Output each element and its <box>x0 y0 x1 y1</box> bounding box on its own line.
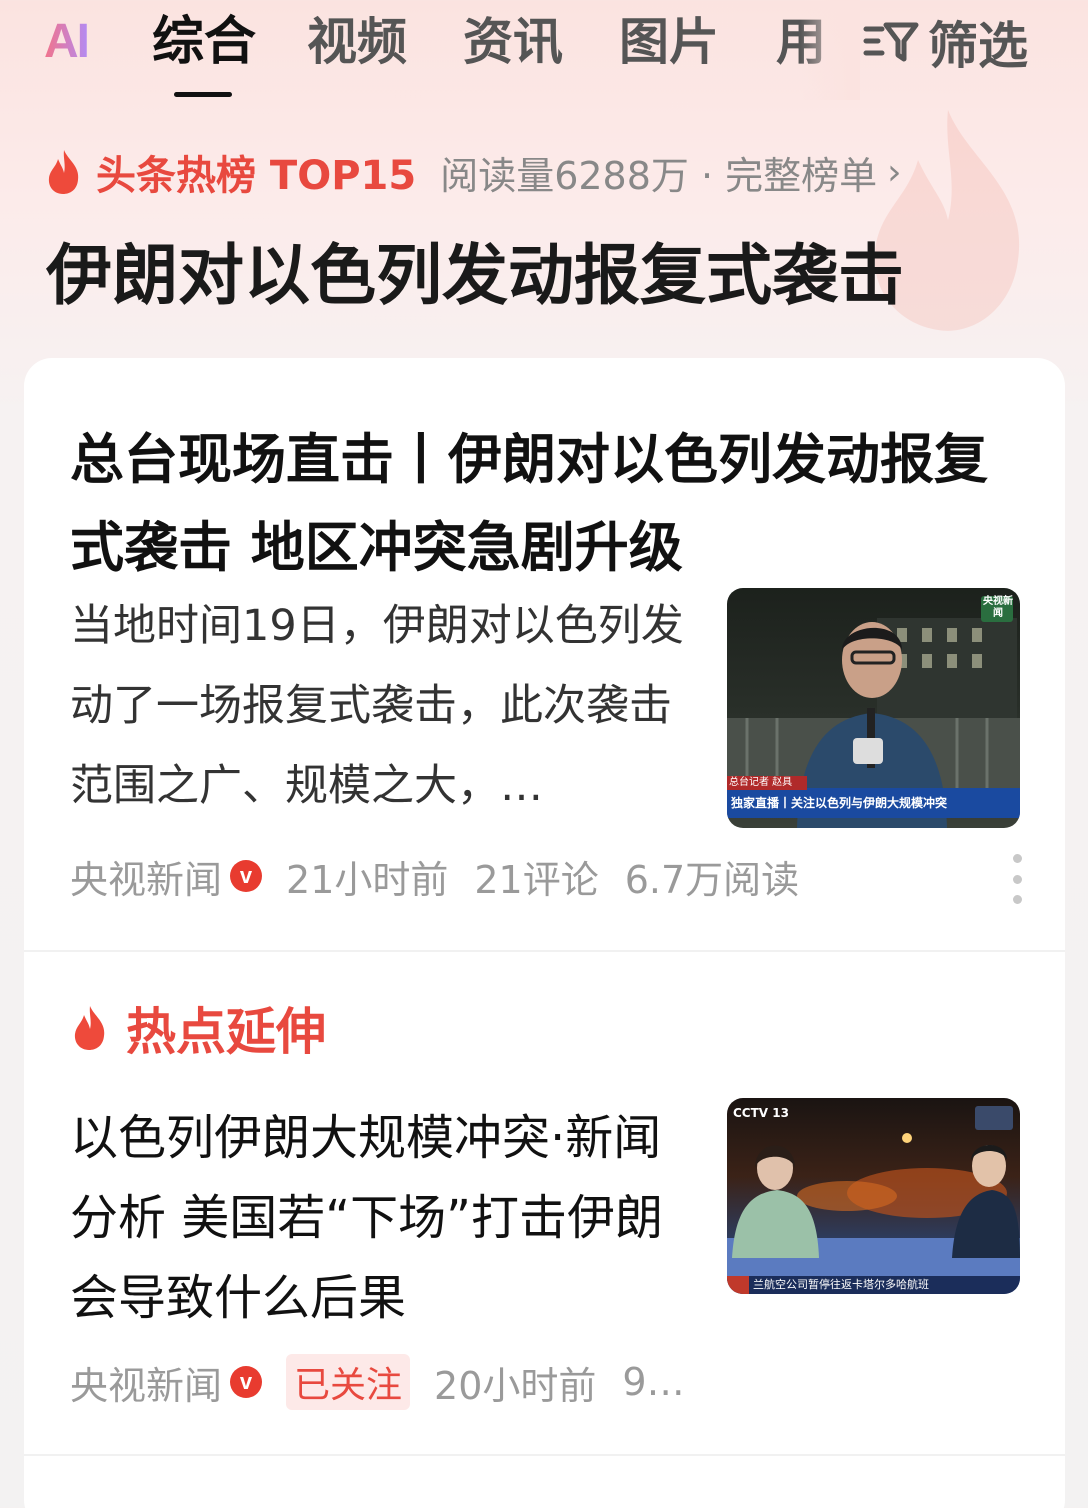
follow-status-badge[interactable]: 已关注 <box>286 1354 411 1410</box>
more-icon[interactable] <box>1013 854 1025 904</box>
divider <box>24 1454 1065 1456</box>
thumbnail-logo: 央视新闻 <box>983 596 1013 619</box>
publish-time: 20小时前 <box>434 1363 597 1408</box>
article-thumbnail[interactable]: 央视新闻 总台记者 赵具 独家直播丨关注以色列与伊朗大规模冲突 <box>727 588 1020 828</box>
flame-icon <box>74 1006 105 1050</box>
section-header: 热点延伸 <box>70 998 326 1061</box>
hot-list-meta: 阅读量6288万 · 完整榜单 <box>440 153 878 198</box>
tab-video[interactable]: 视频 <box>307 10 407 74</box>
tab-images[interactable]: 图片 <box>619 10 719 74</box>
related-article-thumbnail[interactable]: CCTV 13 兰航空公司暂停往返卡塔尔多哈航班 <box>727 1098 1020 1294</box>
filter-button[interactable]: 筛选 <box>862 10 1028 75</box>
thumbnail-logo: CCTV 13 <box>733 1106 789 1120</box>
filter-label: 筛选 <box>928 17 1028 75</box>
tab-scroll-fade <box>800 0 860 100</box>
active-tab-indicator <box>174 92 232 97</box>
read-count: 6.7万阅读 <box>624 857 800 902</box>
section-title: 热点延伸 <box>126 1003 326 1061</box>
reporter-image <box>727 596 1020 828</box>
article-title[interactable]: 总台现场直击丨伊朗对以色列发动报复式袭击 地区冲突急剧升级 <box>70 416 1020 592</box>
filter-icon <box>863 22 919 62</box>
chevron-right-icon: › <box>887 151 902 193</box>
article-summary[interactable]: 当地时间19日，伊朗对以色列发动了一场报复式袭击，此次袭击范围之广、规模之大，… <box>70 586 690 826</box>
divider <box>24 950 1065 952</box>
tab-news[interactable]: 资讯 <box>463 10 563 74</box>
related-article-meta: 央视新闻 v 已关注 20小时前 9… <box>70 1352 711 1412</box>
comment-count[interactable]: 21评论 <box>474 849 598 904</box>
thumbnail-caption: 独家直播丨关注以色列与伊朗大规模冲突 <box>731 796 948 810</box>
related-article-title[interactable]: 以色列伊朗大规模冲突·新闻分析 美国若“下场”打击伊朗会导致什么后果 <box>70 1098 690 1338</box>
hot-list-row[interactable]: 头条热榜 TOP15 阅读量6288万 · 完整榜单 › <box>44 144 902 200</box>
article-meta: 央视新闻 v 21小时前 21评论 6.7万阅读 <box>70 846 825 906</box>
verified-icon: v <box>230 860 263 892</box>
hot-list-label: 头条热榜 TOP15 <box>96 153 417 199</box>
thumbnail-ticker: 兰航空公司暂停往返卡塔尔多哈航班 <box>753 1278 929 1291</box>
top-tab-bar: AI 综合 视频 资讯 图片 用 筛选 <box>0 0 1088 110</box>
source-name[interactable]: 央视新闻 <box>70 1355 222 1410</box>
verified-icon: v <box>230 1366 263 1398</box>
hot-headline[interactable]: 伊朗对以色列发动报复式袭击 <box>46 222 904 318</box>
tab-comprehensive[interactable]: 综合 <box>152 10 256 74</box>
publish-time: 21小时前 <box>286 857 449 902</box>
ai-tab[interactable]: AI <box>44 10 90 74</box>
meta-overflow: 9… <box>622 1360 685 1404</box>
thumbnail-caption-top: 总台记者 赵具 <box>729 777 793 788</box>
news-card: 总台现场直击丨伊朗对以色列发动报复式袭击 地区冲突急剧升级 当地时间19日，伊朗… <box>24 358 1065 1508</box>
flame-icon <box>48 150 79 194</box>
studio-image <box>727 1106 1020 1294</box>
source-name[interactable]: 央视新闻 <box>70 849 222 904</box>
